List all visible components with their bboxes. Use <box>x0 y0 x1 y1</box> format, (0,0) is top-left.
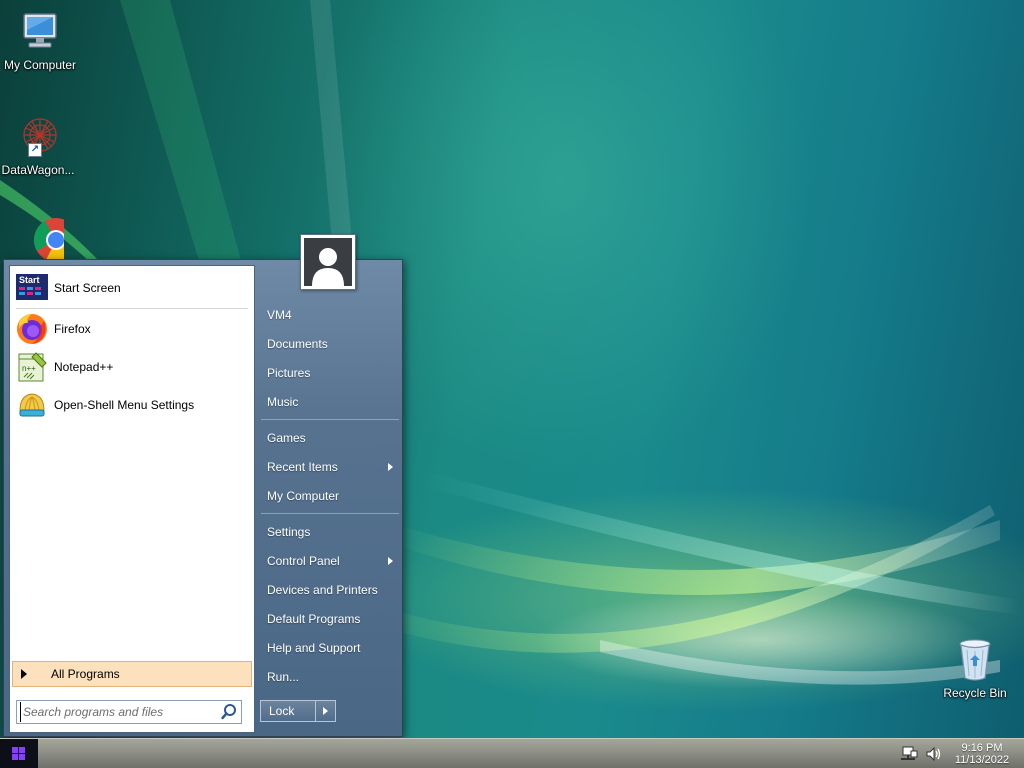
expand-arrow-icon <box>21 669 27 679</box>
open-shell-icon <box>16 389 48 421</box>
menu-item-label: Music <box>267 395 299 409</box>
menu-item-label: VM4 <box>267 308 292 322</box>
volume-icon[interactable] <box>925 746 943 762</box>
search-box[interactable] <box>16 700 242 724</box>
menu-item-run[interactable]: Run... <box>261 664 399 690</box>
start-menu: Start Start Screen Firefox n++ Notepad++… <box>3 259 403 737</box>
search-input[interactable] <box>20 702 220 722</box>
user-picture[interactable] <box>300 234 356 290</box>
program-open-shell-settings[interactable]: Open-Shell Menu Settings <box>14 387 250 423</box>
start-screen-icon-text: Start <box>19 275 40 285</box>
program-label: Firefox <box>54 322 91 336</box>
lock-label: Lock <box>269 704 295 718</box>
desktop-icon-chrome[interactable] <box>0 214 80 264</box>
program-notepad-plus-plus[interactable]: n++ Notepad++ <box>14 349 250 385</box>
clock[interactable]: 9:16 PM 11/13/2022 <box>950 742 1014 766</box>
desktop-icon-label: DataWagon... <box>1 163 75 177</box>
all-programs-label: All Programs <box>51 667 120 681</box>
network-icon[interactable] <box>900 746 918 762</box>
datawagon-icon: ↗ <box>14 113 62 161</box>
chrome-icon <box>16 214 78 263</box>
submenu-arrow-icon <box>388 463 393 471</box>
menu-item-label: Recent Items <box>267 460 338 474</box>
program-label: Start Screen <box>54 281 121 295</box>
menu-item-recent-items[interactable]: Recent Items <box>261 454 399 480</box>
start-button[interactable] <box>0 739 38 768</box>
submenu-arrow-icon <box>388 557 393 565</box>
menu-item-label: Settings <box>267 525 311 539</box>
menu-item-label: Run... <box>267 670 300 684</box>
menu-item-my-computer[interactable]: My Computer <box>261 483 399 509</box>
menu-item-label: Pictures <box>267 366 311 380</box>
desktop-icon-my-computer[interactable]: My Computer <box>0 8 80 72</box>
menu-item-label: Help and Support <box>267 641 361 655</box>
menu-item-games[interactable]: Games <box>261 425 399 451</box>
menu-item-music[interactable]: Music <box>261 389 399 415</box>
desktop-icon-recycle-bin[interactable]: Recycle Bin <box>935 636 1015 700</box>
desktop-icon-label: My Computer <box>3 58 77 72</box>
shortcut-arrow-icon: ↗ <box>28 143 42 157</box>
menu-item-label: My Computer <box>267 489 340 503</box>
desktop-icon-label: Recycle Bin <box>943 686 1007 700</box>
all-programs-button[interactable]: All Programs <box>12 661 252 687</box>
clock-date: 11/13/2022 <box>954 754 1010 766</box>
menu-item-default-programs[interactable]: Default Programs <box>261 606 399 632</box>
windows-logo-icon <box>12 747 25 760</box>
search-icon[interactable] <box>220 703 238 721</box>
computer-icon <box>16 8 64 56</box>
start-menu-programs-pane: Start Start Screen Firefox n++ Notepad++… <box>9 265 255 733</box>
menu-item-settings[interactable]: Settings <box>261 519 399 545</box>
menu-item-label: Documents <box>267 337 328 351</box>
program-label: Notepad++ <box>54 360 114 374</box>
programs-separator <box>16 308 248 309</box>
taskbar: 9:16 PM 11/13/2022 <box>0 738 1024 768</box>
notepadpp-icon: n++ <box>16 351 48 383</box>
menu-item-control-panel[interactable]: Control Panel <box>261 548 399 574</box>
clock-time: 9:16 PM <box>961 742 1003 754</box>
user-icon <box>304 238 352 286</box>
desktop-icon-datawagon[interactable]: ↗ DataWagon... <box>0 113 78 177</box>
recycle-bin-icon <box>951 636 999 684</box>
shutdown-options-button[interactable] <box>315 700 336 722</box>
firefox-icon <box>16 313 48 345</box>
menu-item-label: Devices and Printers <box>267 583 378 597</box>
menu-item-devices-and-printers[interactable]: Devices and Printers <box>261 577 399 603</box>
notepadpp-icon-text: n++ <box>22 364 36 373</box>
start-screen-icon: Start <box>16 272 48 304</box>
program-label: Open-Shell Menu Settings <box>54 398 195 412</box>
lock-button[interactable]: Lock <box>260 700 316 722</box>
program-start-screen[interactable]: Start Start Screen <box>14 270 250 306</box>
menu-item-label: Control Panel <box>267 554 340 568</box>
menu-item-pictures[interactable]: Pictures <box>261 360 399 386</box>
chevron-right-icon <box>323 707 328 715</box>
menu-item-user-folder[interactable]: VM4 <box>261 302 399 328</box>
menu-separator <box>261 419 399 420</box>
desktop: My Computer ↗ DataWagon... Recycle Bin S… <box>0 0 1024 768</box>
menu-item-documents[interactable]: Documents <box>261 331 399 357</box>
menu-item-label: Default Programs <box>267 612 361 626</box>
program-firefox[interactable]: Firefox <box>14 311 250 347</box>
menu-item-label: Games <box>267 431 306 445</box>
menu-item-help-and-support[interactable]: Help and Support <box>261 635 399 661</box>
menu-separator <box>261 513 399 514</box>
